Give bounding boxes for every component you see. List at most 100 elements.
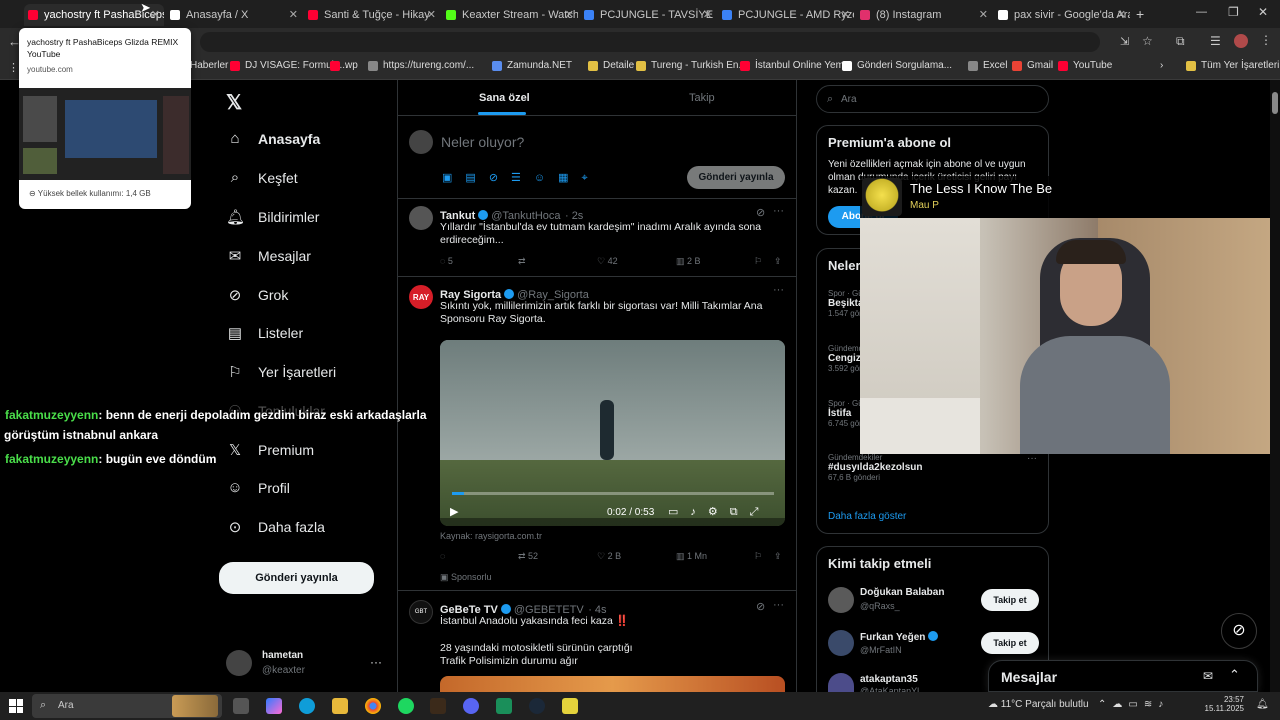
install-icon[interactable]: ⇲ (1120, 35, 1129, 48)
bookmark-item[interactable]: Gönderi Sorgulama... (842, 60, 952, 71)
close-icon[interactable]: ✕ (1117, 8, 1126, 21)
grok-icon[interactable]: ⊘ (756, 600, 765, 613)
extensions-icon[interactable]: ⧉ (1176, 34, 1185, 49)
wifi-icon[interactable]: ≋ (1144, 699, 1158, 710)
composer-input[interactable]: Neler oluyor? (441, 134, 524, 150)
suggestion-avatar[interactable] (828, 630, 854, 656)
menu-icon[interactable]: ⋮ (1260, 33, 1272, 47)
share-icon[interactable]: ⇪ (774, 551, 782, 562)
gebete-logo-icon[interactable]: GBT (409, 600, 433, 624)
grok-icon[interactable]: ⊘ (489, 172, 511, 184)
maximize-button[interactable]: ❐ (1228, 5, 1239, 19)
app-icon[interactable] (562, 698, 578, 714)
like-button[interactable]: ♡ 2 B (597, 551, 621, 562)
nav-grok[interactable]: ⊘ Grok (226, 286, 289, 304)
close-icon[interactable]: ✕ (565, 8, 574, 21)
all-bookmarks[interactable]: Tüm Yer İşaretleri (1186, 60, 1279, 71)
nav-lists[interactable]: ▤ Listeler (226, 324, 303, 342)
bookmark-star-icon[interactable]: ☆ (1142, 34, 1153, 48)
share-icon[interactable]: ⇪ (774, 256, 782, 267)
tab-following[interactable]: Takip (689, 92, 715, 104)
close-icon[interactable]: ✕ (289, 8, 298, 21)
app-icon[interactable] (430, 698, 446, 714)
copilot-icon[interactable] (266, 698, 282, 714)
bookmark-item[interactable]: Zamunda.NET (492, 60, 572, 71)
captions-icon[interactable]: ▭ (668, 506, 690, 518)
bookmark-item[interactable]: YouTube (1058, 60, 1112, 71)
volume-icon[interactable]: ♪ (1158, 699, 1169, 710)
nav-notifications[interactable]: 🔔︎ Bildirimler (226, 208, 319, 226)
repost-button[interactable]: ⇄ 52 (518, 551, 538, 562)
nav-explore[interactable]: ⌕ Keşfet (226, 169, 298, 186)
nav-premium[interactable]: 𝕏 Premium (226, 441, 314, 459)
tweet-more-icon[interactable]: ··· (773, 284, 784, 296)
tab-pcjungle-2[interactable]: PCJUNGLE - AMD Ryzen ✕ (718, 4, 854, 26)
location-icon[interactable]: ⌖ (582, 172, 601, 184)
tab-instagram[interactable]: (8) Instagram ✕ (856, 4, 992, 26)
schedule-icon[interactable]: ▦ (558, 172, 581, 184)
reply-icon[interactable]: ◌ (440, 551, 445, 561)
bookmark-item[interactable]: Haberler (190, 60, 228, 71)
suggestion-avatar[interactable] (828, 587, 854, 613)
tweet-image[interactable] (440, 676, 785, 692)
suggestion-avatar[interactable] (828, 673, 854, 693)
trend-more-icon[interactable]: ··· (1027, 453, 1037, 464)
bookmark-item[interactable]: Excel (968, 60, 1007, 71)
steam-icon[interactable] (529, 698, 545, 714)
emoji-icon[interactable]: ☺ (534, 172, 558, 184)
follow-button[interactable]: Takip et (981, 589, 1039, 611)
nav-profile[interactable]: ☺ Profil (226, 479, 290, 496)
poll-icon[interactable]: ☰ (511, 172, 534, 184)
repost-icon[interactable]: ⇄ (518, 256, 526, 267)
account-menu-icon[interactable]: ··· (370, 655, 382, 669)
search-input[interactable]: ⌕ Ara (816, 85, 1049, 113)
scrollbar-thumb[interactable] (1272, 92, 1278, 114)
suggestion-name[interactable]: atakaptan35 (860, 674, 918, 685)
ray-sigorta-logo-icon[interactable]: RAY (409, 285, 433, 309)
bookmark-item[interactable]: Tureng - Turkish En... (636, 60, 747, 71)
bookmark-item[interactable]: Gmail (1012, 60, 1053, 71)
new-message-icon[interactable]: ✉ (1203, 669, 1213, 683)
messages-drawer[interactable]: Mesajlar ✉ ⌃ (988, 660, 1258, 692)
like-button[interactable]: ♡ 42 (597, 256, 618, 267)
app-icon[interactable] (496, 698, 512, 714)
nav-bookmarks[interactable]: ⚐ Yer İşaretleri (226, 363, 336, 381)
grok-floating-button[interactable]: ⊘ (1221, 613, 1257, 649)
taskbar-search[interactable]: ⌕ Ara (32, 694, 222, 718)
reply-button[interactable]: ◌ 5 (440, 256, 453, 266)
nav-more[interactable]: ⊙ Daha fazla (226, 518, 325, 536)
close-icon[interactable]: ✕ (979, 8, 988, 21)
suggestion-name[interactable]: Furkan Yeğen (860, 632, 925, 643)
composer-post-button[interactable]: Gönderi yayınla (687, 166, 785, 189)
tab-for-you[interactable]: Sana özel (479, 92, 530, 104)
bookmark-item[interactable]: https://tureng.com/... (368, 60, 474, 71)
grok-icon[interactable]: ⊘ (756, 206, 765, 219)
nav-messages[interactable]: ✉ Mesajlar (226, 247, 311, 265)
profile-avatar-icon[interactable] (1234, 34, 1248, 48)
tweet-video[interactable]: ▶ 0:02 / 0:53 ▭♪⚙⧉⤢ (440, 340, 785, 526)
bookmark-icon[interactable]: ⚐ (754, 551, 762, 562)
task-view-icon[interactable] (233, 698, 249, 714)
views-button[interactable]: ▥ 2 B (676, 256, 701, 267)
windows-start-icon[interactable] (9, 699, 23, 713)
mute-icon[interactable]: ♪ (690, 506, 708, 518)
ad-source[interactable]: Kaynak: raysigorta.com.tr (440, 531, 542, 541)
settings-icon[interactable]: ⚙ (708, 506, 730, 518)
tweet-more-icon[interactable]: ··· (773, 205, 784, 217)
tray-chevron-icon[interactable]: ⌃ (1098, 699, 1112, 710)
play-icon[interactable]: ▶ (450, 505, 458, 518)
bookmark-icon[interactable]: ⚐ (754, 256, 762, 267)
battery-icon[interactable]: ▭ (1128, 699, 1143, 710)
clock[interactable]: 23:57 15.11.2025 (1204, 695, 1244, 713)
page-scrollbar[interactable] (1270, 80, 1280, 692)
nav-home[interactable]: ⌂ Anasayfa (226, 130, 320, 147)
bookmark-item[interactable]: wp (330, 60, 358, 71)
close-icon[interactable]: ✕ (151, 8, 160, 21)
tweet-more-icon[interactable]: ··· (773, 599, 784, 611)
trend-item[interactable]: Gündemdekiler #dusyılda2kezolsun 67,6 B gö… (828, 453, 922, 482)
new-tab-button[interactable]: + (1136, 6, 1144, 22)
video-progress-bar[interactable] (452, 492, 774, 495)
notifications-icon[interactable]: 🔔︎ (1256, 699, 1269, 710)
x-logo-icon[interactable]: 𝕏 (226, 90, 242, 115)
expand-icon[interactable]: ⌃ (1229, 667, 1240, 683)
